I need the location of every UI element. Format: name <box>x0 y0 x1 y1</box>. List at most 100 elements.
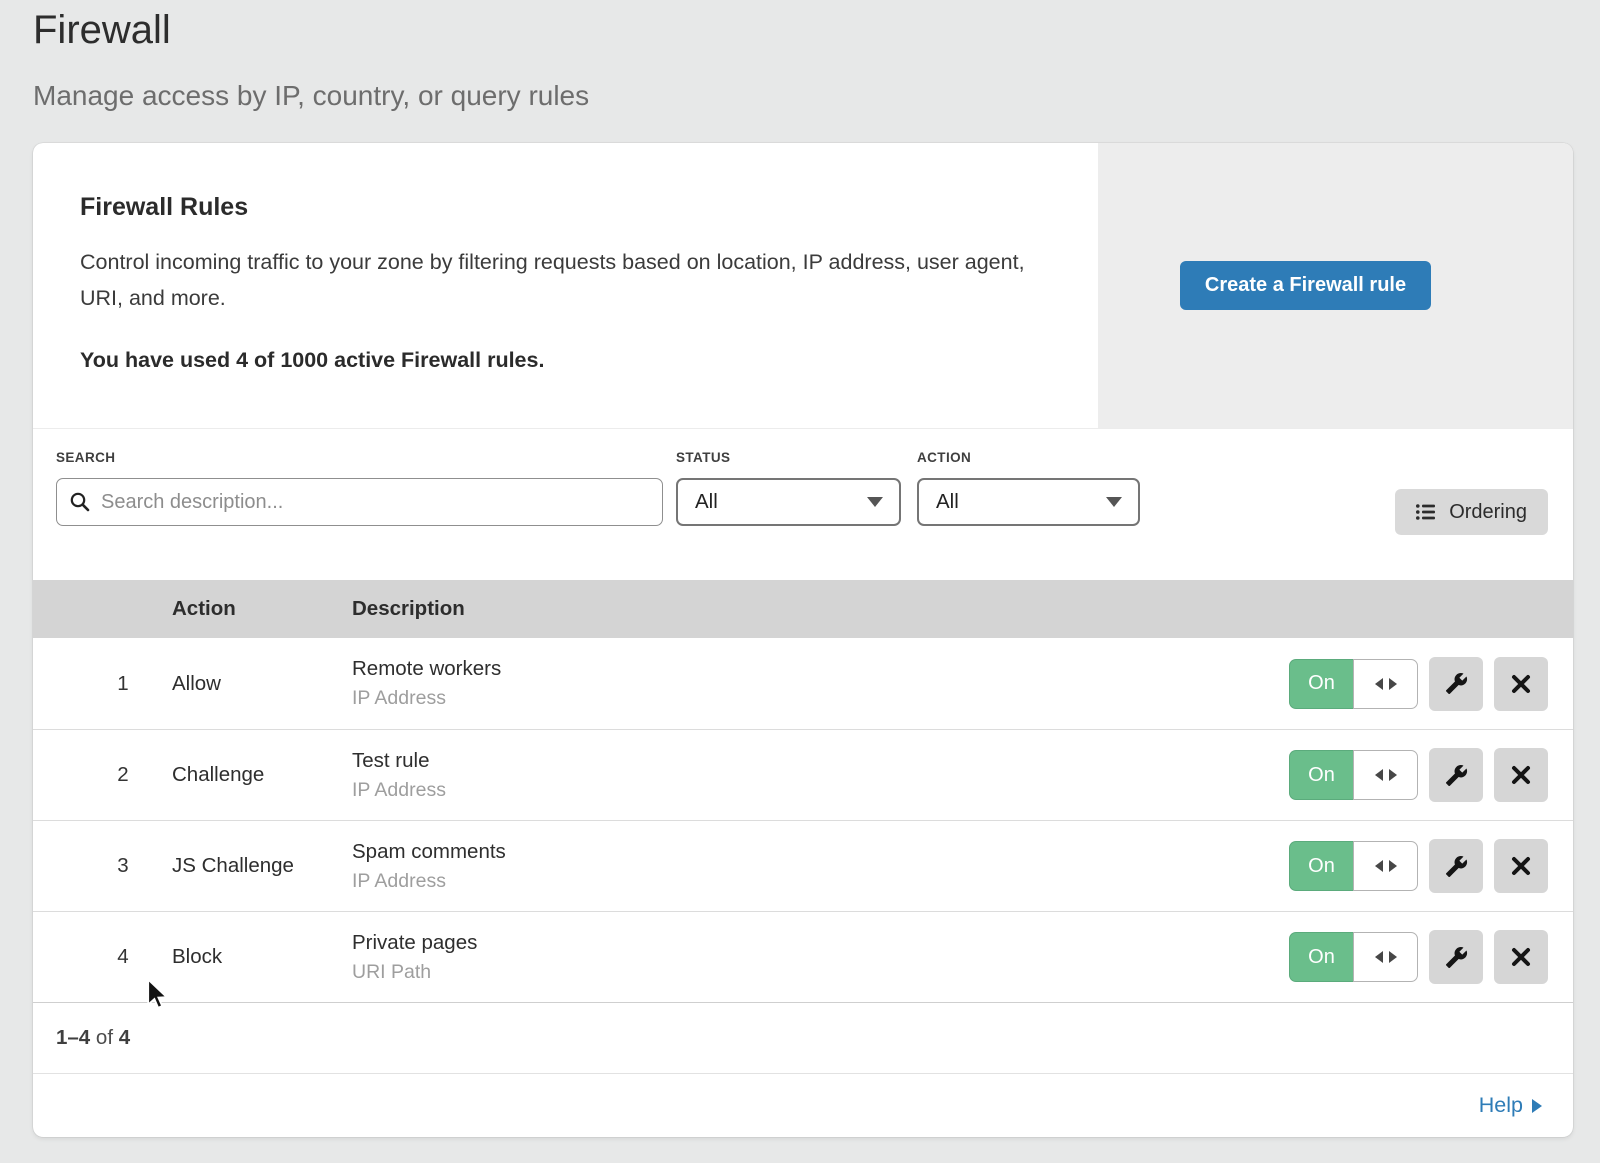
pagination-total: 4 <box>119 1026 130 1050</box>
ordering-button[interactable]: Ordering <box>1395 489 1548 535</box>
toggle-on-label: On <box>1289 932 1353 982</box>
card-header-text: Firewall Rules Control incoming traffic … <box>33 143 1098 428</box>
rule-action: Block <box>172 945 352 969</box>
rule-description-cell: Remote workers IP Address <box>352 657 1289 710</box>
edit-rule-button[interactable] <box>1429 748 1483 802</box>
close-icon <box>1511 765 1531 785</box>
create-firewall-rule-button[interactable]: Create a Firewall rule <box>1180 261 1431 310</box>
help-arrow-icon <box>1532 1099 1542 1113</box>
toggle-drag-handle[interactable] <box>1353 750 1418 800</box>
rule-action: JS Challenge <box>172 854 352 878</box>
rule-priority: 2 <box>33 763 172 787</box>
rule-controls: On <box>1289 748 1573 802</box>
rule-description: Remote workers <box>352 657 1289 681</box>
table-row: 1 Allow Remote workers IP Address On <box>33 638 1573 729</box>
status-selected-value: All <box>695 490 718 514</box>
rule-description: Private pages <box>352 931 1289 955</box>
rule-priority: 1 <box>33 672 172 696</box>
rule-priority: 4 <box>33 945 172 969</box>
delete-rule-button[interactable] <box>1494 839 1548 893</box>
card-description: Control incoming traffic to your zone by… <box>80 244 1040 316</box>
table-row: 3 JS Challenge Spam comments IP Address … <box>33 820 1573 911</box>
rule-criteria: URI Path <box>352 961 1289 984</box>
status-filter-group: STATUS All <box>676 450 901 526</box>
description-column-header: Description <box>352 597 1573 621</box>
help-link-label: Help <box>1479 1093 1523 1118</box>
chevron-down-icon <box>867 497 883 507</box>
rule-action: Allow <box>172 672 352 696</box>
rule-enabled-toggle[interactable]: On <box>1289 659 1418 709</box>
pagination-of: of <box>90 1026 119 1050</box>
rule-criteria: IP Address <box>352 870 1289 893</box>
close-icon <box>1511 674 1531 694</box>
close-icon <box>1511 947 1531 967</box>
arrow-left-icon <box>1375 769 1383 781</box>
toggle-on-label: On <box>1289 750 1353 800</box>
table-row: 4 Block Private pages URI Path On <box>33 911 1573 1002</box>
rule-description: Spam comments <box>352 840 1289 864</box>
rule-enabled-toggle[interactable]: On <box>1289 750 1418 800</box>
filter-bar: SEARCH STATUS All ACTION All <box>33 428 1573 580</box>
arrow-right-icon <box>1389 860 1397 872</box>
search-filter-group: SEARCH <box>56 450 663 526</box>
toggle-on-label: On <box>1289 841 1353 891</box>
page-title: Firewall <box>33 8 171 53</box>
wrench-icon <box>1445 672 1468 695</box>
rule-priority: 3 <box>33 854 172 878</box>
ordering-list-icon <box>1416 504 1436 520</box>
edit-rule-button[interactable] <box>1429 930 1483 984</box>
action-label: ACTION <box>917 450 1140 465</box>
arrow-left-icon <box>1375 678 1383 690</box>
delete-rule-button[interactable] <box>1494 930 1548 984</box>
action-selected-value: All <box>936 490 959 514</box>
edit-rule-button[interactable] <box>1429 657 1483 711</box>
wrench-icon <box>1445 946 1468 969</box>
rule-controls: On <box>1289 930 1573 984</box>
rule-enabled-toggle[interactable]: On <box>1289 932 1418 982</box>
toggle-drag-handle[interactable] <box>1353 659 1418 709</box>
action-column-header: Action <box>172 597 352 621</box>
toggle-on-label: On <box>1289 659 1353 709</box>
ordering-button-label: Ordering <box>1449 501 1527 524</box>
card-header: Firewall Rules Control incoming traffic … <box>33 143 1573 428</box>
status-label: STATUS <box>676 450 901 465</box>
table-row: 2 Challenge Test rule IP Address On <box>33 729 1573 820</box>
action-filter-group: ACTION All <box>917 450 1140 526</box>
toggle-drag-handle[interactable] <box>1353 932 1418 982</box>
toggle-drag-handle[interactable] <box>1353 841 1418 891</box>
card-side-panel: Create a Firewall rule <box>1098 143 1573 428</box>
rule-criteria: IP Address <box>352 779 1289 802</box>
help-link[interactable]: Help <box>1479 1093 1542 1118</box>
action-select[interactable]: All <box>917 478 1140 526</box>
arrow-right-icon <box>1389 678 1397 690</box>
rule-action: Challenge <box>172 763 352 787</box>
rule-description-cell: Spam comments IP Address <box>352 840 1289 893</box>
search-box <box>56 478 663 526</box>
rule-description: Test rule <box>352 749 1289 773</box>
rules-table-header: Action Description <box>33 580 1573 638</box>
pagination-bar: 1–4 of 4 <box>33 1002 1573 1073</box>
delete-rule-button[interactable] <box>1494 748 1548 802</box>
arrow-right-icon <box>1389 769 1397 781</box>
help-bar: Help <box>33 1073 1573 1137</box>
arrow-right-icon <box>1389 951 1397 963</box>
search-input[interactable] <box>56 478 663 526</box>
rule-description-cell: Private pages URI Path <box>352 931 1289 984</box>
status-select[interactable]: All <box>676 478 901 526</box>
edit-rule-button[interactable] <box>1429 839 1483 893</box>
close-icon <box>1511 856 1531 876</box>
delete-rule-button[interactable] <box>1494 657 1548 711</box>
arrow-left-icon <box>1375 951 1383 963</box>
pagination-range: 1–4 <box>56 1026 90 1050</box>
search-label: SEARCH <box>56 450 663 465</box>
rule-criteria: IP Address <box>352 687 1289 710</box>
rule-enabled-toggle[interactable]: On <box>1289 841 1418 891</box>
card-heading: Firewall Rules <box>80 193 1058 222</box>
rule-controls: On <box>1289 657 1573 711</box>
arrow-left-icon <box>1375 860 1383 872</box>
wrench-icon <box>1445 855 1468 878</box>
chevron-down-icon <box>1106 497 1122 507</box>
rules-usage-note: You have used 4 of 1000 active Firewall … <box>80 348 1058 373</box>
page-subtitle: Manage access by IP, country, or query r… <box>33 80 589 112</box>
wrench-icon <box>1445 764 1468 787</box>
